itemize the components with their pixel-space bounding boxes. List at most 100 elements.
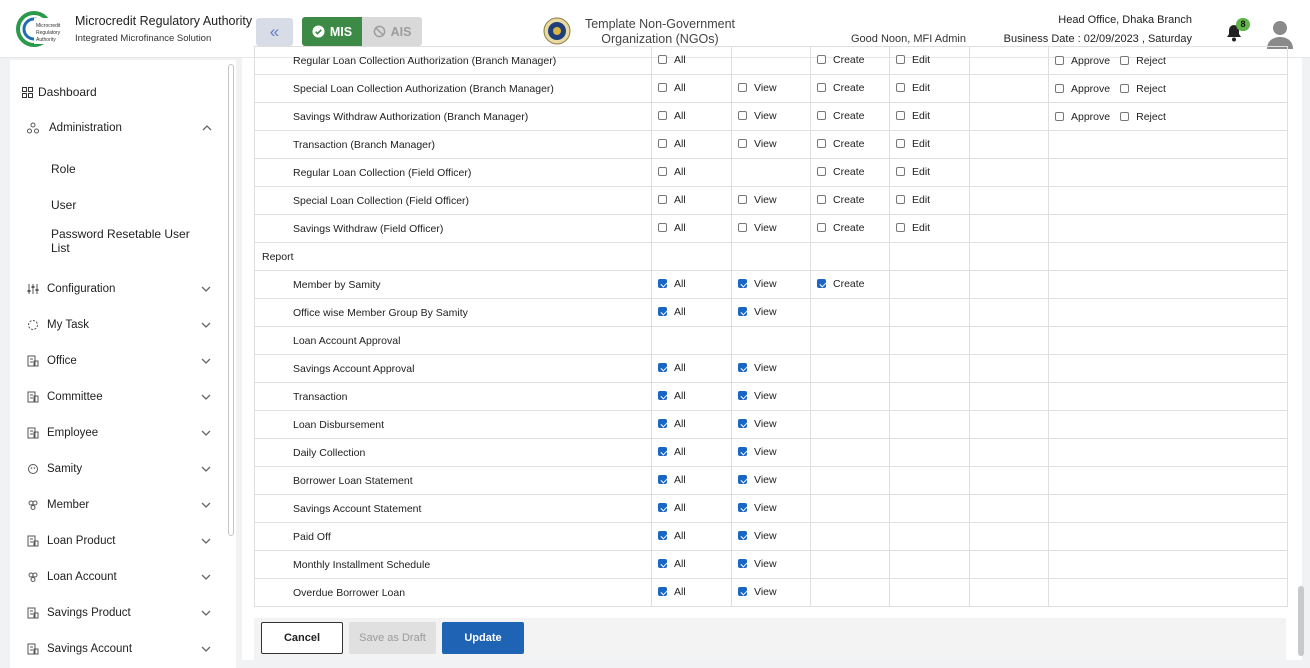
edit-checkbox[interactable]: Edit	[896, 138, 930, 150]
checkbox-box[interactable]	[658, 503, 667, 513]
checkbox-box[interactable]	[896, 223, 905, 233]
all-checkbox[interactable]: All	[658, 278, 686, 290]
checkbox-box[interactable]	[658, 587, 667, 597]
view-checkbox[interactable]: View	[738, 110, 777, 122]
edit-checkbox[interactable]: Edit	[896, 82, 930, 94]
view-checkbox[interactable]: View	[738, 306, 777, 318]
edit-checkbox[interactable]: Edit	[896, 54, 930, 66]
checkbox-box[interactable]	[658, 307, 667, 317]
sidebar-scrollbar[interactable]	[228, 64, 234, 536]
create-checkbox[interactable]: Create	[817, 166, 865, 178]
checkbox-box[interactable]	[658, 475, 667, 485]
edit-checkbox[interactable]: Edit	[896, 194, 930, 206]
checkbox-box[interactable]	[658, 419, 667, 429]
sidebar-item-loan-product[interactable]: Loan Product	[10, 529, 226, 553]
checkbox-box[interactable]	[738, 559, 747, 569]
create-checkbox[interactable]: Create	[817, 138, 865, 150]
approve-checkbox[interactable]: Approve	[1055, 111, 1110, 123]
all-checkbox[interactable]: All	[658, 306, 686, 318]
sidebar-item-administration[interactable]: Administration	[10, 116, 226, 140]
sidebar-item-committee[interactable]: Committee	[10, 385, 226, 409]
checkbox-box[interactable]	[896, 55, 905, 65]
view-checkbox[interactable]: View	[738, 362, 777, 374]
view-checkbox[interactable]: View	[738, 502, 777, 514]
checkbox-box[interactable]	[738, 279, 747, 289]
sidebar-item-loan-account[interactable]: Loan Account	[10, 565, 226, 589]
all-checkbox[interactable]: All	[658, 362, 686, 374]
collapse-sidebar-button[interactable]: «	[256, 18, 293, 46]
checkbox-box[interactable]	[658, 139, 667, 149]
approve-checkbox[interactable]: Approve	[1055, 55, 1110, 67]
sidebar-item-savings-account[interactable]: Savings Account	[10, 637, 226, 661]
view-checkbox[interactable]: View	[738, 418, 777, 430]
checkbox-box[interactable]	[658, 195, 667, 205]
edit-checkbox[interactable]: Edit	[896, 166, 930, 178]
view-checkbox[interactable]: View	[738, 222, 777, 234]
checkbox-box[interactable]	[817, 139, 826, 149]
cancel-button[interactable]: Cancel	[261, 622, 343, 654]
checkbox-box[interactable]	[738, 363, 747, 373]
sidebar-item-my-task[interactable]: My Task	[10, 313, 226, 337]
all-checkbox[interactable]: All	[658, 194, 686, 206]
sidebar-item-office[interactable]: Office	[10, 349, 226, 373]
all-checkbox[interactable]: All	[658, 558, 686, 570]
view-checkbox[interactable]: View	[738, 474, 777, 486]
ais-mode-button[interactable]: AIS	[362, 17, 422, 46]
checkbox-box[interactable]	[658, 559, 667, 569]
checkbox-box[interactable]	[817, 111, 826, 121]
reject-checkbox[interactable]: Reject	[1120, 55, 1166, 67]
checkbox-box[interactable]	[738, 419, 747, 429]
view-checkbox[interactable]: View	[738, 446, 777, 458]
checkbox-box[interactable]	[1120, 112, 1130, 121]
checkbox-box[interactable]	[738, 475, 747, 485]
all-checkbox[interactable]: All	[658, 166, 686, 178]
checkbox-box[interactable]	[738, 531, 747, 541]
all-checkbox[interactable]: All	[658, 82, 686, 94]
sidebar-item-dashboard[interactable]: Dashboard	[10, 80, 226, 104]
checkbox-box[interactable]	[896, 195, 905, 205]
checkbox-box[interactable]	[896, 111, 905, 121]
sidebar-item-employee[interactable]: Employee	[10, 421, 226, 445]
checkbox-box[interactable]	[658, 531, 667, 541]
all-checkbox[interactable]: All	[658, 530, 686, 542]
reject-checkbox[interactable]: Reject	[1120, 83, 1166, 95]
view-checkbox[interactable]: View	[738, 82, 777, 94]
create-checkbox[interactable]: Create	[817, 110, 865, 122]
sidebar-item-samity[interactable]: Samity	[10, 457, 226, 481]
all-checkbox[interactable]: All	[658, 502, 686, 514]
checkbox-box[interactable]	[817, 279, 826, 289]
checkbox-box[interactable]	[817, 167, 826, 177]
save-as-draft-button[interactable]: Save as Draft	[349, 622, 436, 654]
view-checkbox[interactable]: View	[738, 278, 777, 290]
all-checkbox[interactable]: All	[658, 138, 686, 150]
checkbox-box[interactable]	[658, 447, 667, 457]
all-checkbox[interactable]: All	[658, 586, 686, 598]
checkbox-box[interactable]	[658, 167, 667, 177]
checkbox-box[interactable]	[658, 111, 667, 121]
checkbox-box[interactable]	[658, 55, 667, 65]
all-checkbox[interactable]: All	[658, 390, 686, 402]
checkbox-box[interactable]	[738, 195, 747, 205]
checkbox-box[interactable]	[738, 223, 747, 233]
sidebar-subitem-password-resetable-user-list[interactable]: Password Resetable User List	[51, 227, 201, 255]
checkbox-box[interactable]	[817, 195, 826, 205]
checkbox-box[interactable]	[738, 111, 747, 121]
approve-checkbox[interactable]: Approve	[1055, 83, 1110, 95]
all-checkbox[interactable]: All	[658, 222, 686, 234]
checkbox-box[interactable]	[658, 223, 667, 233]
update-button[interactable]: Update	[442, 622, 524, 654]
mis-mode-button[interactable]: MIS	[302, 17, 362, 46]
all-checkbox[interactable]: All	[658, 446, 686, 458]
view-checkbox[interactable]: View	[738, 586, 777, 598]
sidebar-item-configuration[interactable]: Configuration	[10, 277, 226, 301]
view-checkbox[interactable]: View	[738, 390, 777, 402]
sidebar-item-member[interactable]: Member	[10, 493, 226, 517]
checkbox-box[interactable]	[658, 83, 667, 93]
checkbox-box[interactable]	[658, 363, 667, 373]
page-scrollbar[interactable]	[1298, 586, 1304, 656]
create-checkbox[interactable]: Create	[817, 82, 865, 94]
sidebar-subitem-role[interactable]: Role	[51, 162, 201, 176]
checkbox-box[interactable]	[738, 447, 747, 457]
checkbox-box[interactable]	[896, 83, 905, 93]
all-checkbox[interactable]: All	[658, 110, 686, 122]
